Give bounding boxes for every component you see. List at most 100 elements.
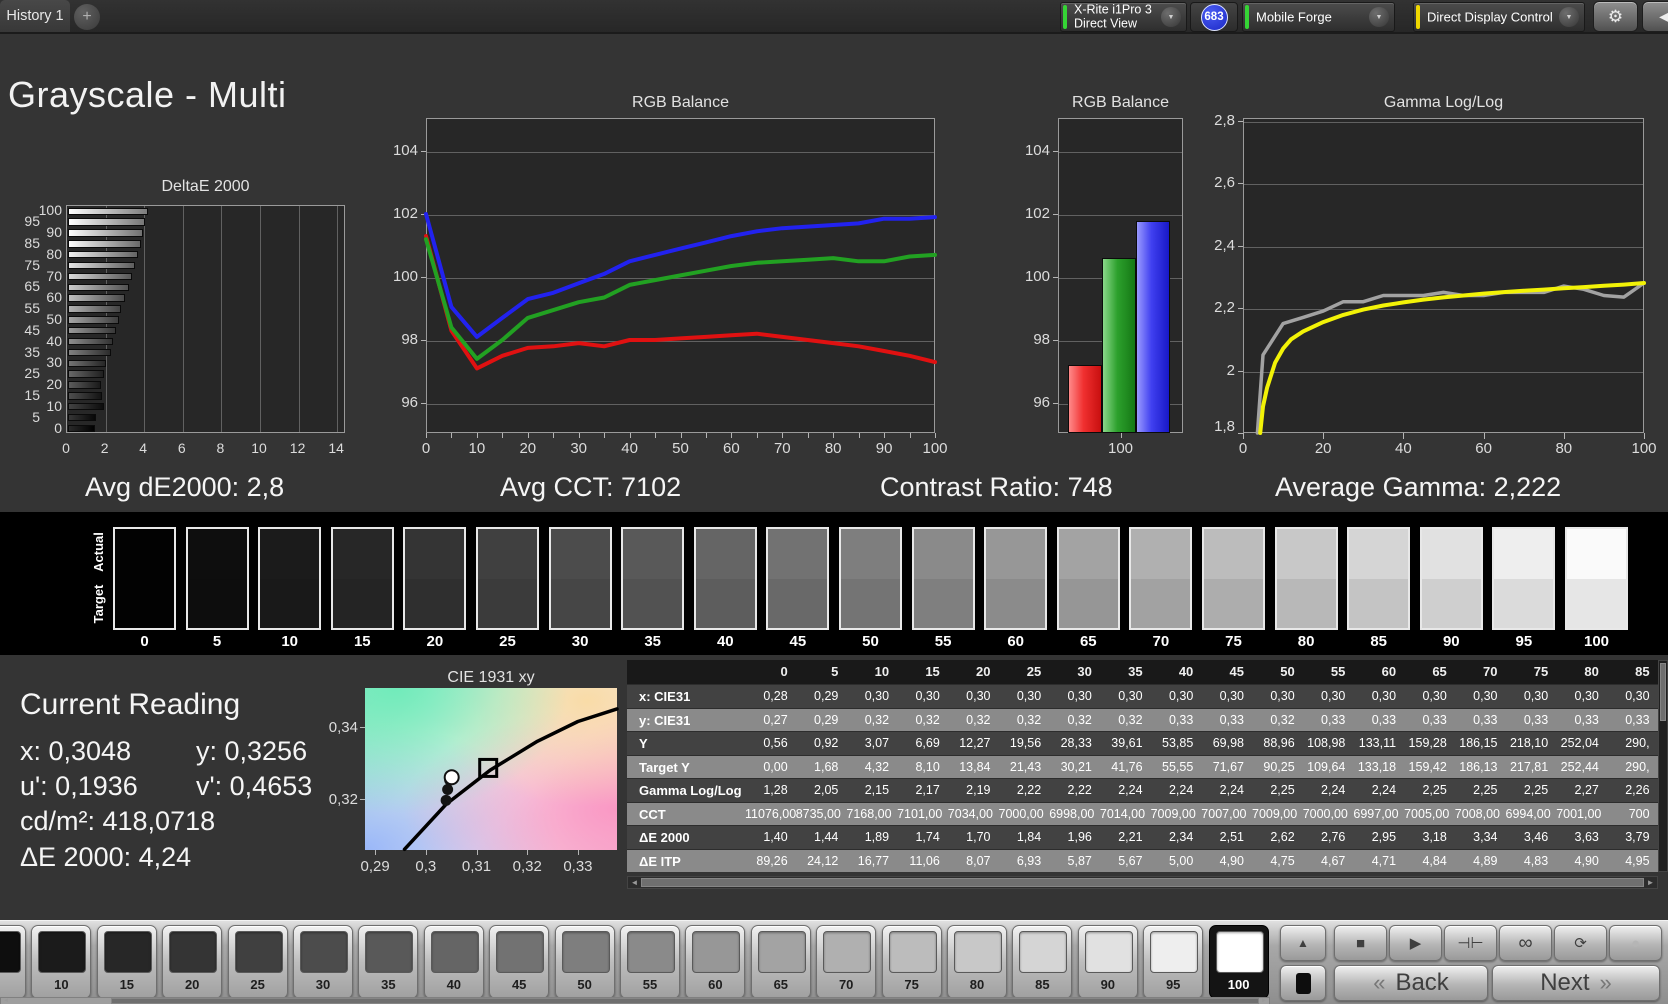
grayscale-patch-button-5[interactable]: 5: [0, 925, 26, 999]
axis-tick: [527, 433, 529, 438]
tab-label: History 1: [6, 8, 64, 24]
grayscale-patch-button-10[interactable]: 10: [31, 925, 92, 999]
single-read-button[interactable]: ⊣⊢: [1444, 925, 1497, 961]
axis-tick: [577, 850, 579, 855]
table-cell: 0,27: [763, 712, 788, 727]
grayscale-patch-button-45[interactable]: 45: [489, 925, 550, 999]
swatch-level-label: 100: [1583, 633, 1610, 650]
swatch-level-label: 85: [1370, 633, 1388, 650]
grayscale-swatch: [766, 527, 830, 630]
chart-title: RGB Balance: [1072, 94, 1169, 111]
patch-label: 95: [1165, 977, 1181, 992]
badge-value: 683: [1200, 3, 1228, 31]
scroll-right-arrow-icon[interactable]: ►: [1259, 997, 1269, 1004]
gridline: [182, 206, 184, 432]
table-cell: 7001,00: [1556, 806, 1602, 821]
scrollbar-thumb[interactable]: [641, 878, 1644, 887]
grayscale-patch-button-95[interactable]: 95: [1143, 925, 1204, 999]
swatch-target-half: [260, 578, 320, 628]
table-cell: 4,89: [1473, 853, 1498, 868]
table-vertical-scrollbar[interactable]: [1658, 660, 1668, 872]
axis-tick-label: 30: [570, 440, 588, 457]
top-bar: History 1 + X-Rite i1Pro 3 Direct View ▼…: [0, 0, 1668, 34]
patch-swatch: [692, 931, 741, 973]
grayscale-patch-button-75[interactable]: 75: [881, 925, 942, 999]
continuous-read-button[interactable]: ∞: [1499, 925, 1552, 961]
grayscale-patch-button-60[interactable]: 60: [685, 925, 746, 999]
grayscale-patch-button-50[interactable]: 50: [554, 925, 615, 999]
reading-luminance: cd/m²: 418,0718: [20, 806, 216, 836]
deltae-bar: [68, 348, 111, 357]
rgb-bar-red: [1068, 364, 1102, 433]
add-tab-button[interactable]: +: [74, 4, 100, 30]
grayscale-patch-button-85[interactable]: 85: [1012, 925, 1073, 999]
axis-tick-label: 4: [139, 440, 148, 456]
tab-history-1[interactable]: History 1: [0, 0, 70, 32]
chevron-down-icon: ▼: [1369, 7, 1389, 27]
grayscale-patch-button-30[interactable]: 30: [293, 925, 353, 999]
table-horizontal-scrollbar[interactable]: ◄ ►: [627, 876, 1658, 889]
scrollbar-thumb[interactable]: [1660, 663, 1666, 721]
axis-tick: [655, 433, 657, 438]
table-cell: 89,26: [756, 853, 788, 868]
patch-swatch: [103, 931, 152, 973]
table-cell: 0,30: [1168, 689, 1194, 703]
grayscale-patch-button-20[interactable]: 20: [162, 925, 223, 999]
scroll-right-arrow-icon[interactable]: ►: [1645, 877, 1656, 888]
stat-average-gamma: Average Gamma: 2,222: [1275, 472, 1562, 502]
grayscale-patch-button-80[interactable]: 80: [947, 925, 1007, 999]
grayscale-patch-button-15[interactable]: 15: [96, 925, 157, 999]
meter-count-badge[interactable]: 683: [1190, 2, 1238, 32]
stop-button[interactable]: ■: [1334, 925, 1387, 961]
table-row: Y 0,56 0,92 3,07 6,69 12,27 19,56 28,33 39,61 53,…: [627, 731, 1658, 755]
table-row: Gamma Log/Log 1,28 2,05 2,15 2,17 2,19 2,22 2,2…: [627, 778, 1658, 802]
table-cell: 0,30: [1371, 689, 1397, 703]
status-indicator-icon: ●: [1630, 934, 1641, 952]
next-button[interactable]: Next »: [1492, 965, 1660, 1001]
swatch-level-label: 25: [499, 633, 516, 650]
loop-button[interactable]: ⟳: [1554, 925, 1607, 961]
grayscale-patch-button-65[interactable]: 65: [750, 925, 811, 999]
deltae-bar: [68, 359, 106, 367]
grayscale-patch-button-100[interactable]: 100: [1208, 925, 1269, 999]
measurement-table: 0 5 10 15 20 25 30 35 40 45 50 55 60 65 70 75 80 85 x: CIE…: [627, 660, 1658, 872]
table-header-cell: 40: [1178, 664, 1194, 679]
swatch-target-half: [1131, 578, 1191, 628]
meter-dropdown[interactable]: X-Rite i1Pro 3 Direct View ▼: [1060, 2, 1187, 32]
grayscale-patch-button-70[interactable]: 70: [816, 925, 877, 999]
table-cell: 5,67: [1118, 853, 1143, 868]
settings-button[interactable]: ⚙: [1593, 1, 1638, 32]
scroll-left-arrow-icon[interactable]: ◄: [629, 877, 640, 888]
status-indicator[interactable]: ●: [1609, 925, 1662, 961]
table-header-cell: 5: [831, 664, 839, 679]
scroll-up-button[interactable]: ▲: [1280, 925, 1326, 961]
grayscale-patch-button-25[interactable]: 25: [227, 925, 288, 999]
meter-status-stripe: [1063, 5, 1067, 29]
axis-tick-label: 12: [289, 440, 306, 456]
back-button[interactable]: « Back: [1334, 965, 1488, 1001]
table-cell: 2,19: [966, 783, 991, 797]
grayscale-patch-button-35[interactable]: 35: [358, 925, 419, 999]
source-dropdown[interactable]: Mobile Forge ▼: [1242, 2, 1395, 32]
table-cell: 186,13: [1459, 759, 1498, 774]
swatch-level-label: 70: [1152, 633, 1170, 650]
play-button[interactable]: ▶: [1389, 925, 1442, 961]
patch-window-button[interactable]: [1280, 965, 1326, 1001]
table-cell: 2,24: [1219, 783, 1244, 797]
swatch-level-label: 35: [644, 633, 662, 650]
scrollbar-thumb[interactable]: [111, 998, 1259, 1004]
grayscale-patch-button-55[interactable]: 55: [620, 925, 680, 999]
grayscale-patch-button-40[interactable]: 40: [423, 925, 484, 999]
axis-tick-label: 104: [392, 142, 418, 159]
collapse-panel-button[interactable]: ◀: [1642, 1, 1668, 32]
table-cell: 0,32: [1016, 712, 1042, 727]
table-cell: 7007,00: [1201, 806, 1247, 821]
axis-tick-label: 0,33: [563, 858, 593, 875]
patch-strip-scrollbar[interactable]: ◄ ►: [0, 997, 1270, 1004]
table-row-label: Target Y: [639, 759, 690, 775]
scroll-left-arrow-icon[interactable]: ◄: [1, 997, 11, 1004]
axis-tick: [680, 433, 682, 438]
display-control-dropdown[interactable]: Direct Display Control ▼: [1413, 2, 1585, 32]
table-cell: 4,95: [1625, 853, 1650, 868]
grayscale-patch-button-90[interactable]: 90: [1077, 925, 1138, 999]
